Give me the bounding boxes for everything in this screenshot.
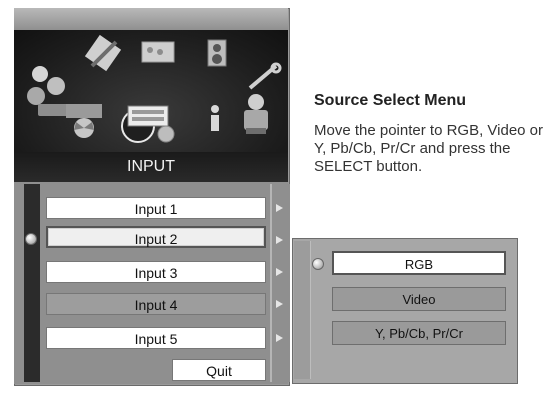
image-icon[interactable] xyxy=(140,40,176,64)
quit-button[interactable]: Quit xyxy=(172,359,266,381)
input-1-item[interactable]: Input 1 xyxy=(46,197,266,219)
input-3-item[interactable]: Input 3 xyxy=(46,261,266,283)
input-4-item[interactable]: Input 4 xyxy=(46,293,266,315)
left-rail xyxy=(24,184,40,382)
menu-title-strip xyxy=(14,8,288,30)
input-2-item[interactable]: Input 2 xyxy=(46,226,266,248)
wrench-icon[interactable] xyxy=(246,62,282,92)
arrow-right-icon xyxy=(276,334,283,342)
input-5-item[interactable]: Input 5 xyxy=(46,327,266,349)
setting-icon[interactable] xyxy=(236,92,276,136)
arrow-right-icon xyxy=(276,300,283,308)
pointer-bullet xyxy=(25,233,37,245)
input-icon[interactable] xyxy=(120,96,180,146)
tools-icon[interactable] xyxy=(84,34,124,74)
info-heading: Source Select Menu xyxy=(314,92,467,109)
speaker-icon[interactable] xyxy=(206,38,228,68)
arrow-right-icon xyxy=(276,268,283,276)
right-rail xyxy=(270,184,290,382)
submenu-rail xyxy=(294,241,311,379)
submenu-pointer-bullet xyxy=(312,258,324,270)
ypbpr-option[interactable]: Y, Pb/Cb, Pr/Cr xyxy=(332,321,506,345)
arrow-right-icon xyxy=(276,204,283,212)
arrow-right-icon xyxy=(276,236,283,244)
info-icon[interactable] xyxy=(206,104,224,132)
rgb-option[interactable]: RGB xyxy=(332,251,506,275)
fan-icon[interactable] xyxy=(62,100,108,140)
video-option[interactable]: Video xyxy=(332,287,506,311)
info-description: Move the pointer to RGB, Video or Y, Pb/… xyxy=(314,122,544,175)
menu-caption: INPUT xyxy=(14,152,288,182)
